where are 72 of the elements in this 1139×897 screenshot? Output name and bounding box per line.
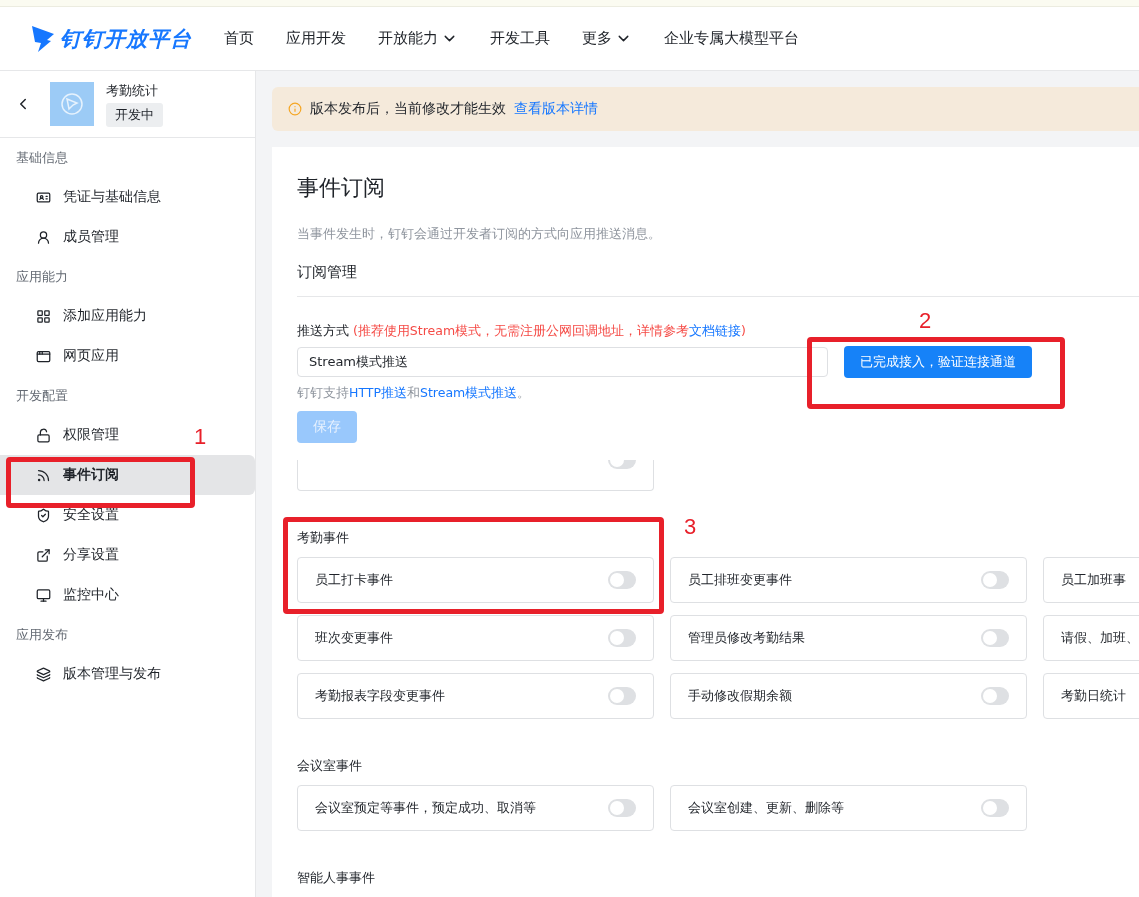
verify-button[interactable]: 已完成接入，验证连接通道 — [844, 346, 1032, 378]
layers-icon — [36, 666, 51, 682]
sidebar-item[interactable]: 监控中心 — [0, 575, 131, 615]
sidebar-group-label: 基础信息 — [15, 149, 69, 167]
notice-text: 版本发布后，当前修改才能生效 — [310, 100, 506, 118]
event-group-title: 会议室事件 — [297, 757, 362, 775]
sidebar-group-label: 开发配置 — [15, 387, 69, 405]
stream-link[interactable]: Stream模式推送 — [420, 385, 518, 400]
event-label: 会议室创建、更新、删除等 — [688, 799, 844, 817]
share-icon — [36, 547, 51, 563]
event-label: 班次变更事件 — [315, 629, 393, 647]
shield-icon — [36, 507, 51, 523]
nav-link[interactable]: 企业专属大模型平台 — [664, 29, 799, 48]
event-label: 会议室预定等事件，预定成功、取消等 — [315, 799, 536, 817]
support-text: 钉钉支持HTTP推送和Stream模式推送。 — [297, 385, 532, 402]
user-icon — [36, 229, 51, 245]
sidebar-item[interactable]: 添加应用能力 — [0, 296, 159, 336]
app-name: 考勤统计 — [106, 81, 158, 100]
nav-link[interactable]: 应用开发 — [286, 29, 346, 48]
toggle-switch[interactable] — [981, 571, 1009, 589]
monitor-icon — [36, 587, 51, 603]
sidebar-item[interactable]: 分享设置 — [0, 535, 131, 575]
rss-icon — [36, 467, 51, 483]
sidebar-item[interactable]: 成员管理 — [0, 217, 131, 257]
nav-link[interactable]: 更多 — [582, 29, 632, 48]
toggle-switch[interactable] — [608, 687, 636, 705]
sidebar-group-label: 应用发布 — [15, 626, 69, 644]
window-icon — [36, 348, 51, 364]
doc-link[interactable]: 文档链接 — [689, 323, 742, 338]
nav-link[interactable]: 开放能力 — [378, 29, 458, 48]
app-icon — [50, 82, 94, 126]
section-title: 订阅管理 — [297, 263, 1139, 297]
grid-icon — [36, 308, 51, 324]
event-group-title: 考勤事件 — [297, 529, 349, 547]
event-group-title: 智能人事事件 — [297, 869, 375, 887]
sidebar-item[interactable]: 权限管理 — [0, 415, 131, 455]
event-label: 考勤报表字段变更事件 — [315, 687, 445, 705]
annotation-number: 3 — [684, 514, 697, 540]
toggle-switch[interactable] — [608, 629, 636, 647]
event-label: 员工打卡事件 — [315, 571, 393, 589]
event-label: 员工排班变更事件 — [688, 571, 792, 589]
toggle-switch[interactable] — [981, 687, 1009, 705]
toggle-switch[interactable] — [608, 799, 636, 817]
annotation-number: 1 — [194, 424, 207, 450]
page-description: 当事件发生时，钉钉会通过开发者订阅的方式向应用推送消息。 — [297, 225, 662, 243]
version-link[interactable]: 查看版本详情 — [514, 100, 598, 118]
logo-icon — [30, 23, 56, 54]
toggle-switch[interactable] — [608, 571, 636, 589]
annotation-number: 2 — [919, 308, 932, 334]
sidebar-item[interactable]: 网页应用 — [0, 336, 131, 376]
push-mode-select[interactable]: Stream模式推送 — [297, 347, 828, 377]
page-title: 事件订阅 — [297, 174, 386, 202]
http-link[interactable]: HTTP推送 — [349, 385, 407, 400]
event-label: 员工加班事 — [1061, 571, 1126, 589]
event-label: 管理员修改考勤结果 — [688, 629, 805, 647]
lock-icon — [36, 427, 51, 443]
push-mode-label: 推送方式 (推荐使用Stream模式，无需注册公网回调地址，详情参考文档链接) — [297, 323, 746, 340]
nav-link[interactable]: 首页 — [224, 29, 254, 48]
logo-text: 钉钉开放平台 — [60, 25, 192, 53]
toggle-switch[interactable] — [981, 629, 1009, 647]
sidebar-item[interactable]: 凭证与基础信息 — [0, 177, 173, 217]
event-label: 考勤日统计 — [1061, 687, 1126, 705]
nav-link[interactable]: 开发工具 — [490, 29, 550, 48]
card-icon — [36, 189, 51, 205]
sidebar-item[interactable]: 版本管理与发布 — [0, 654, 173, 694]
status-tag: 开发中 — [106, 102, 163, 127]
event-label: 手动修改假期余额 — [688, 687, 792, 705]
event-label: 请假、加班、 — [1061, 629, 1139, 647]
toggle-switch[interactable] — [981, 799, 1009, 817]
sidebar-item[interactable]: 安全设置 — [0, 495, 131, 535]
sidebar-group-label: 应用能力 — [15, 268, 69, 286]
info-icon — [288, 102, 302, 116]
